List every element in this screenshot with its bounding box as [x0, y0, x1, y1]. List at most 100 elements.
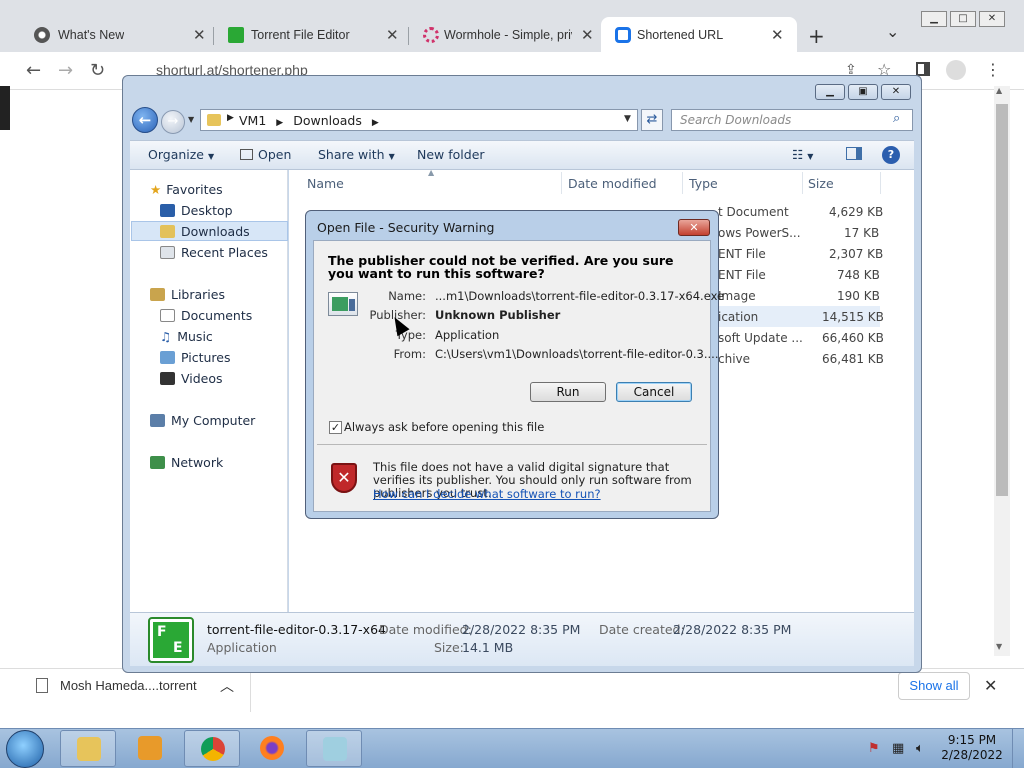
- nav-libraries[interactable]: Libraries: [150, 287, 225, 302]
- row-size[interactable]: 14,515 KB: [822, 310, 884, 324]
- recent-pages-dropdown-icon[interactable]: ▼: [188, 115, 194, 124]
- taskbar-chrome[interactable]: [184, 730, 240, 767]
- row-size[interactable]: 17 KB: [844, 226, 879, 240]
- nav-videos[interactable]: Videos: [160, 371, 223, 386]
- column-header-size[interactable]: Size: [808, 176, 834, 191]
- new-folder-button[interactable]: New folder: [417, 147, 485, 162]
- close-window-button[interactable]: ✕: [979, 11, 1005, 27]
- nav-recent-places[interactable]: Recent Places: [160, 245, 268, 260]
- close-tab-icon[interactable]: ✕: [771, 26, 784, 44]
- taskbar-app[interactable]: [306, 730, 362, 767]
- help-icon[interactable]: ?: [882, 146, 900, 164]
- tab-search-button[interactable]: ⌄: [886, 22, 899, 41]
- row-size[interactable]: 748 KB: [837, 268, 880, 282]
- chevron-up-icon[interactable]: ︿: [220, 676, 234, 696]
- row-type[interactable]: ENT File: [718, 247, 766, 261]
- clock[interactable]: 9:15 PM 2/28/2022: [940, 733, 1004, 763]
- nav-music[interactable]: ♫ Music: [160, 329, 213, 344]
- nav-downloads[interactable]: Downloads: [160, 224, 250, 239]
- download-item[interactable]: Mosh Hameda....torrent: [36, 678, 197, 693]
- share-with-button[interactable]: Share with ▼: [318, 147, 395, 162]
- column-separator[interactable]: [880, 172, 881, 194]
- row-type[interactable]: soft Update ...: [718, 331, 803, 345]
- nav-my-computer[interactable]: My Computer: [150, 413, 255, 428]
- column-separator[interactable]: [561, 172, 562, 194]
- column-separator[interactable]: [802, 172, 803, 194]
- row-size[interactable]: 66,460 KB: [822, 331, 884, 345]
- close-tab-icon[interactable]: ✕: [193, 26, 206, 44]
- breadcrumb-vm1[interactable]: VM1: [239, 113, 266, 128]
- scroll-up-arrow-icon[interactable]: ▲: [996, 86, 1002, 95]
- explorer-forward-button[interactable]: →: [161, 110, 185, 134]
- close-tab-icon[interactable]: ✕: [581, 26, 594, 44]
- forward-icon[interactable]: →: [58, 60, 73, 81]
- view-options-icon[interactable]: ☷ ▼: [792, 147, 813, 162]
- show-desktop-button[interactable]: [1012, 729, 1024, 768]
- show-all-button[interactable]: Show all: [898, 672, 970, 700]
- explorer-close-button[interactable]: ✕: [881, 84, 911, 100]
- nav-desktop[interactable]: Desktop: [160, 203, 233, 218]
- explorer-back-button[interactable]: ←: [132, 107, 158, 133]
- row-type[interactable]: chive: [718, 352, 750, 366]
- column-header-name[interactable]: Name: [307, 176, 344, 191]
- reload-icon[interactable]: ↻: [90, 60, 105, 81]
- start-button[interactable]: [6, 730, 44, 768]
- refresh-icon[interactable]: ⇄: [641, 109, 663, 131]
- close-download-bar-icon[interactable]: ✕: [984, 676, 997, 695]
- taskbar-firefox[interactable]: [244, 730, 300, 767]
- cancel-button[interactable]: Cancel: [616, 382, 692, 402]
- side-panel-icon[interactable]: [916, 62, 930, 76]
- always-ask-label[interactable]: Always ask before opening this file: [344, 420, 544, 434]
- help-link[interactable]: How can I decide what software to run?: [373, 487, 601, 501]
- address-dropdown-icon[interactable]: ▼: [624, 114, 631, 124]
- column-separator[interactable]: [682, 172, 683, 194]
- explorer-maximize-button[interactable]: ▣: [848, 84, 878, 100]
- search-icon[interactable]: ⌕: [893, 111, 900, 126]
- tab-torrent-file-editor[interactable]: Torrent File Editor ✕: [214, 17, 407, 53]
- wormhole-icon: [423, 27, 439, 43]
- always-ask-checkbox[interactable]: ✓: [329, 421, 342, 434]
- row-size[interactable]: 2,307 KB: [829, 247, 883, 261]
- scroll-down-arrow-icon[interactable]: ▼: [996, 642, 1002, 651]
- tab-whats-new[interactable]: What's New ✕: [20, 17, 212, 53]
- nav-pictures[interactable]: Pictures: [160, 350, 231, 365]
- row-type[interactable]: ows PowerS...: [718, 226, 801, 240]
- close-tab-icon[interactable]: ✕: [386, 26, 399, 44]
- volume-icon[interactable]: 🔈︎: [916, 741, 924, 756]
- row-size[interactable]: 66,481 KB: [822, 352, 884, 366]
- row-size[interactable]: 4,629 KB: [829, 205, 883, 219]
- new-tab-button[interactable]: +: [808, 24, 825, 48]
- breadcrumb-downloads[interactable]: Downloads: [293, 113, 362, 128]
- row-size[interactable]: 190 KB: [837, 289, 880, 303]
- nav-favorites[interactable]: ★ Favorites: [150, 182, 223, 197]
- dialog-close-button[interactable]: ✕: [678, 219, 710, 236]
- open-button[interactable]: Open: [240, 147, 291, 162]
- column-header-type[interactable]: Type: [689, 176, 718, 191]
- menu-kebab-icon[interactable]: ⋮: [985, 60, 1001, 79]
- minimize-button[interactable]: ▁: [921, 11, 947, 27]
- taskbar-media-player[interactable]: [122, 730, 178, 767]
- action-center-icon[interactable]: ⚑: [868, 741, 880, 756]
- explorer-address-bar[interactable]: ▶ VM1 ▶ Downloads ▶: [200, 109, 638, 131]
- back-icon[interactable]: ←: [26, 60, 41, 81]
- tab-shortened-url[interactable]: Shortened URL ✕: [601, 17, 797, 53]
- row-type[interactable]: ication: [718, 310, 758, 324]
- taskbar-explorer[interactable]: [60, 730, 116, 767]
- run-button[interactable]: Run: [530, 382, 606, 402]
- maximize-button[interactable]: □: [950, 11, 976, 27]
- row-type[interactable]: ENT File: [718, 268, 766, 282]
- tab-wormhole[interactable]: Wormhole - Simple, priv ✕: [409, 17, 599, 53]
- details-date-modified-label: Date modified:: [379, 622, 472, 637]
- search-downloads-input[interactable]: Search Downloads: [671, 109, 913, 131]
- explorer-minimize-button[interactable]: ▁: [815, 84, 845, 100]
- nav-network[interactable]: Network: [150, 455, 223, 470]
- nav-documents[interactable]: Documents: [160, 308, 252, 323]
- network-tray-icon[interactable]: ▦: [892, 741, 904, 756]
- desktop-icon: [160, 204, 175, 217]
- column-header-date-modified[interactable]: Date modified: [568, 176, 657, 191]
- profile-avatar-icon[interactable]: [946, 60, 966, 80]
- row-type[interactable]: t Document: [718, 205, 789, 219]
- page-scrollbar-thumb[interactable]: [996, 104, 1008, 496]
- preview-pane-icon[interactable]: [846, 147, 862, 163]
- organize-button[interactable]: Organize ▼: [148, 147, 214, 162]
